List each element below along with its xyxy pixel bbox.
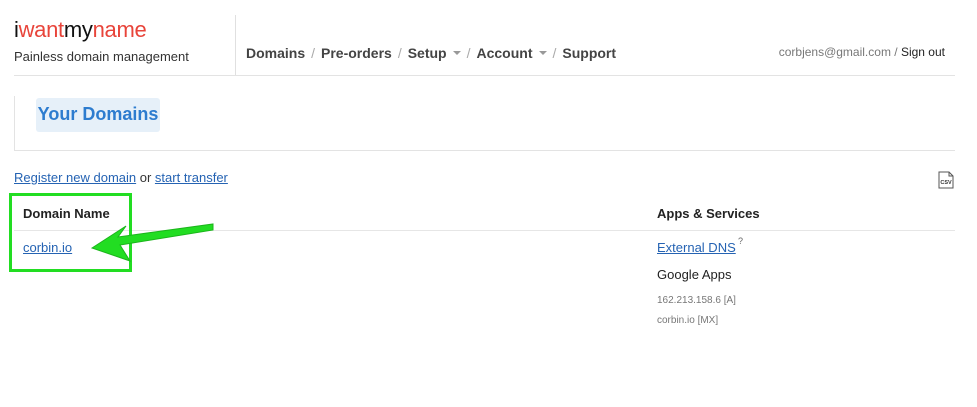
nav-domains[interactable]: Domains: [246, 45, 305, 61]
page-title-pill: Your Domains: [36, 98, 160, 132]
nav-preorders[interactable]: Pre-orders: [321, 45, 392, 61]
nav-separator: /: [552, 45, 557, 61]
csv-export-icon[interactable]: CSV: [937, 171, 955, 189]
nav-setup[interactable]: Setup: [408, 45, 461, 61]
nav-support[interactable]: Support: [562, 45, 616, 61]
header-divider: [235, 15, 236, 76]
logo-part-want: want: [18, 17, 65, 42]
logo-part-my: my: [63, 17, 93, 42]
register-links: Register new domain or start transfer: [14, 170, 228, 185]
register-domain-link[interactable]: Register new domain: [14, 170, 136, 185]
sign-out-link[interactable]: Sign out: [901, 45, 945, 59]
user-separator: /: [890, 45, 901, 59]
nav-account-label: Account: [476, 45, 533, 61]
dns-record-a: 162.213.158.6 [A]: [657, 295, 736, 306]
external-dns-link[interactable]: External DNS: [657, 240, 736, 255]
table-header-border: [14, 230, 955, 231]
nav-separator: /: [397, 45, 402, 61]
main-nav: Domains / Pre-orders / Setup / Account /…: [246, 45, 616, 61]
annotation-highlight-box: [9, 193, 132, 272]
site-header: iwantmyname Painless domain management D…: [0, 0, 977, 76]
header-bottom-border: [14, 75, 955, 76]
nav-separator: /: [311, 45, 316, 61]
start-transfer-link[interactable]: start transfer: [155, 170, 228, 185]
nav-setup-label: Setup: [407, 45, 447, 61]
chevron-down-icon: [538, 51, 547, 56]
dns-record-mx: corbin.io [MX]: [657, 315, 719, 326]
tagline: Painless domain management: [14, 49, 189, 64]
chevron-down-icon: [452, 51, 461, 56]
column-header-apps: Apps & Services: [657, 206, 760, 221]
page-title: Your Domains: [37, 104, 159, 124]
user-email: corbjens@gmail.com: [778, 45, 891, 59]
nav-separator: /: [466, 45, 471, 61]
help-icon[interactable]: ?: [738, 236, 743, 246]
title-bottom-border: [14, 150, 955, 151]
logo[interactable]: iwantmyname: [14, 17, 147, 43]
google-apps-service: Google Apps: [657, 267, 732, 282]
nav-account[interactable]: Account: [477, 45, 547, 61]
or-text: or: [136, 170, 155, 185]
user-box: corbjens@gmail.com / Sign out: [779, 45, 945, 59]
svg-text:CSV: CSV: [940, 180, 952, 186]
logo-part-name: name: [92, 17, 147, 42]
